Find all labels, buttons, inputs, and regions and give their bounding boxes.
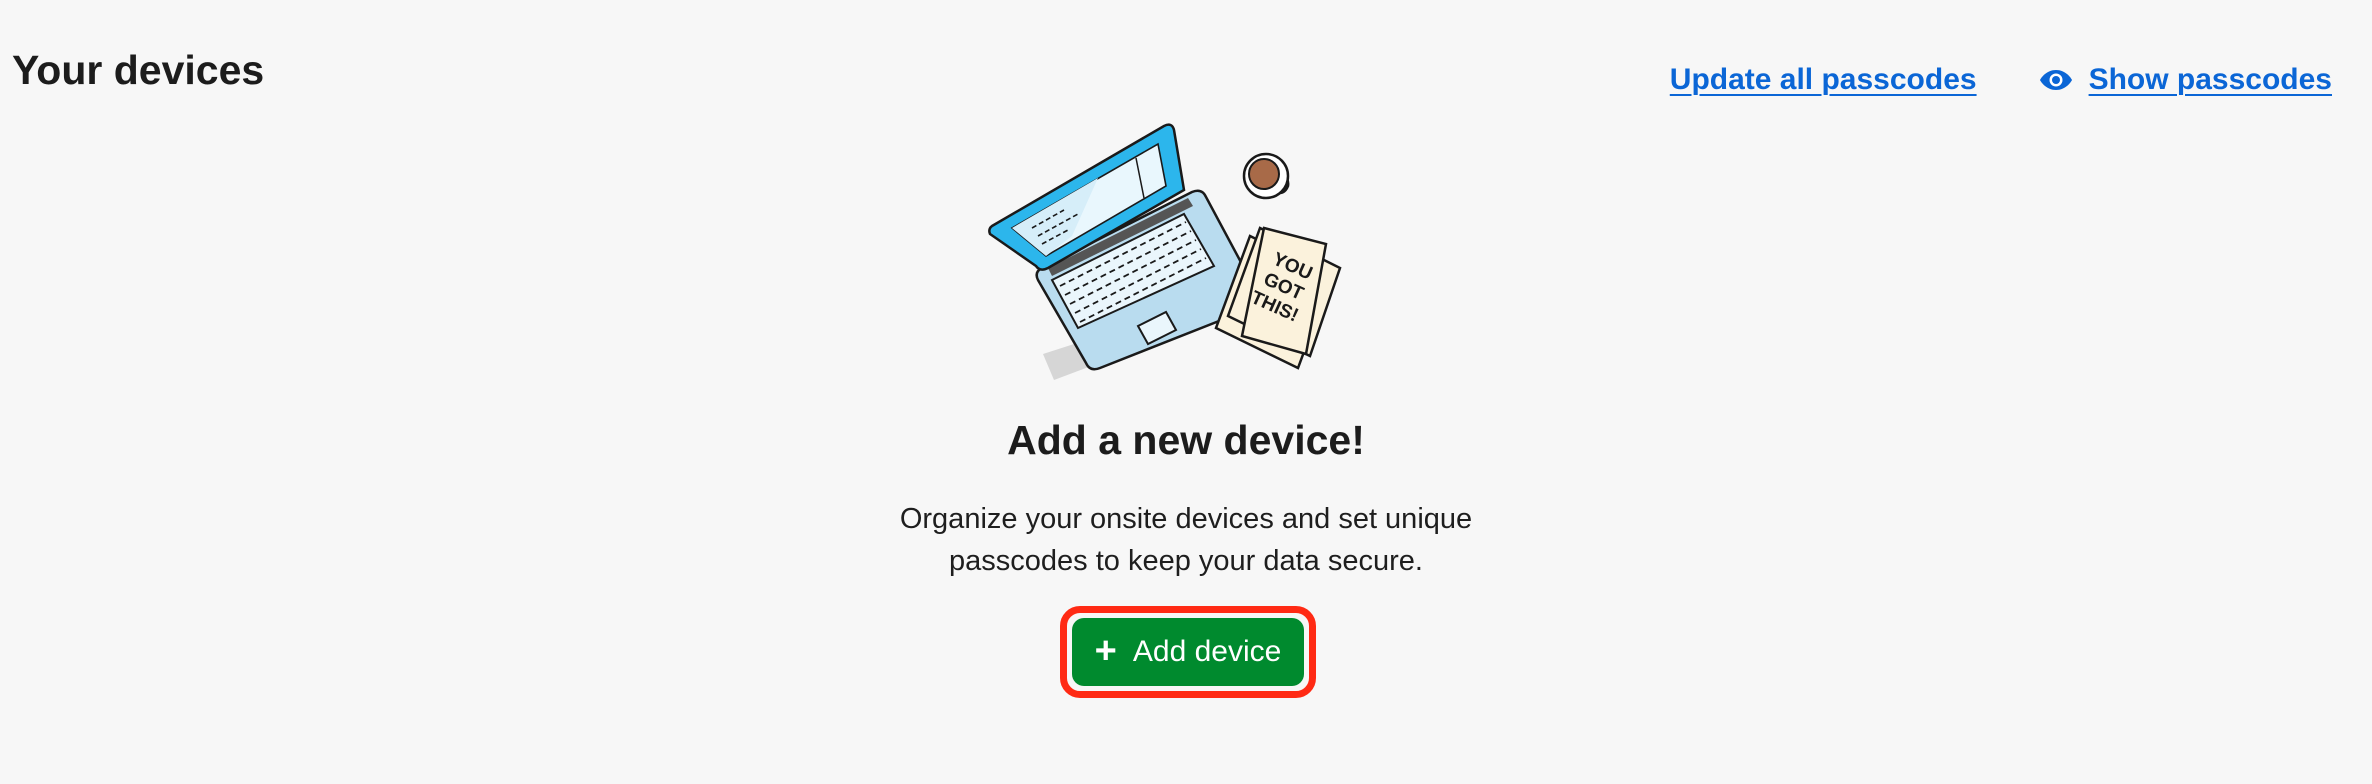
description-line-2: passcodes to keep your data secure. xyxy=(949,545,1423,577)
eye-icon xyxy=(2039,70,2072,90)
laptop-coffee-notes-illustration: YOU GOT THIS! xyxy=(988,123,1342,380)
header-actions: Update all passcodes Show passcodes xyxy=(1670,58,2332,102)
empty-state-title: Add a new device! xyxy=(1007,417,1365,463)
add-device-label: Add device xyxy=(1132,635,1282,668)
laptop-icon xyxy=(988,123,1261,371)
empty-state-description: Organize your onsite devices and set uni… xyxy=(0,498,2372,582)
update-all-passcodes-link[interactable]: Update all passcodes xyxy=(1670,63,1977,97)
add-device-button[interactable]: + Add device xyxy=(1072,618,1304,686)
coffee-cup-icon xyxy=(1242,152,1290,200)
description-line-1: Organize your onsite devices and set uni… xyxy=(899,503,1473,535)
show-passcodes-label: Show passcodes xyxy=(2088,63,2332,96)
add-device-highlight: + Add device xyxy=(1060,606,1316,698)
show-passcodes-link[interactable]: Show passcodes xyxy=(2039,63,2332,97)
page-title: Your devices xyxy=(12,47,265,93)
plus-icon: + xyxy=(1094,629,1117,672)
